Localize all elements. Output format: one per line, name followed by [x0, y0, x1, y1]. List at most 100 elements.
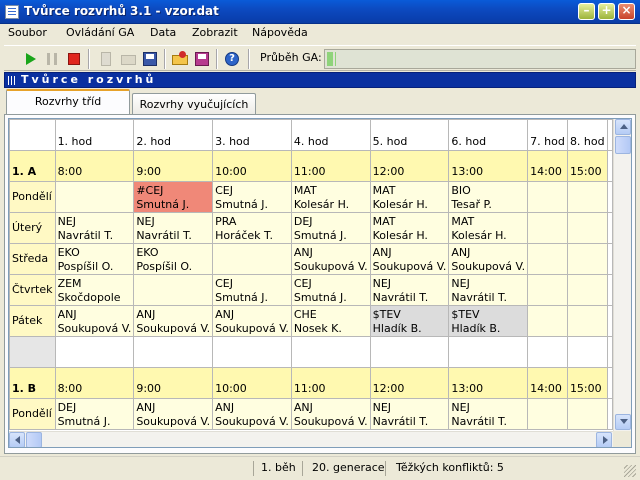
lesson-cell[interactable]: ANJ Soukupová V.: [133, 398, 214, 430]
lesson-subject: CEJ: [215, 184, 233, 197]
lesson-cell[interactable]: ZEM Skočdopole: [54, 274, 135, 306]
lesson-cell[interactable]: [566, 274, 608, 306]
lesson-cell[interactable]: EKO Pospíšil O.: [54, 243, 135, 275]
lesson-cell[interactable]: DEJ Smutná J.: [54, 398, 135, 430]
lesson-cell[interactable]: NEJ Navrátil T.: [369, 398, 450, 430]
lesson-cell[interactable]: CEJ Smutná J.: [212, 181, 292, 213]
lesson-subject: DEJ: [57, 401, 77, 414]
lesson-cell[interactable]: NEJ Navrátil T.: [54, 212, 135, 244]
lesson-cell[interactable]: ANJ Soukupová V.: [290, 243, 371, 275]
grid-cell: [606, 305, 613, 337]
lesson-cell[interactable]: NEJ Navrátil T.: [369, 274, 450, 306]
time-cell: 8:00: [54, 367, 135, 399]
lesson-teacher: Kolesár H.: [372, 198, 428, 211]
scroll-up-button[interactable]: [615, 119, 631, 135]
minimize-button[interactable]: –: [578, 3, 595, 20]
menu-ovladani-ga[interactable]: Ovládání GA: [66, 26, 134, 39]
lesson-cell[interactable]: ANJ Soukupová V.: [290, 398, 371, 430]
menu-napoveda[interactable]: Nápověda: [252, 26, 308, 39]
lesson-cell[interactable]: DEJ Smutná J.: [290, 212, 371, 244]
lesson-cell[interactable]: CEJ Smutná J.: [212, 274, 292, 306]
scroll-left-button[interactable]: [9, 432, 25, 447]
scroll-right-button[interactable]: [596, 432, 612, 447]
lesson-cell[interactable]: [566, 212, 608, 244]
open-file-button[interactable]: [170, 49, 190, 69]
lesson-cell[interactable]: [527, 274, 568, 306]
menu-soubor[interactable]: Soubor: [8, 26, 47, 39]
lesson-cell[interactable]: [566, 398, 608, 430]
lesson-cell[interactable]: [527, 181, 568, 213]
lesson-cell[interactable]: MAT Kolesár H.: [448, 212, 529, 244]
tab-rozvrhy-vyucujicich[interactable]: Rozvrhy vyučujících: [132, 93, 256, 115]
lesson-cell[interactable]: [527, 398, 568, 430]
lesson-cell[interactable]: NEJ Navrátil T.: [133, 212, 214, 244]
lesson-cell[interactable]: ANJ Soukupová V.: [54, 305, 135, 337]
lesson-cell[interactable]: CEJ Smutná J.: [290, 274, 371, 306]
lesson-cell[interactable]: MAT Kolesár H.: [369, 212, 450, 244]
lesson-cell[interactable]: [54, 181, 135, 213]
open-button[interactable]: [118, 49, 138, 69]
lesson-cell[interactable]: MAT Kolesár H.: [369, 181, 450, 213]
hour-header: 8. hod: [566, 119, 608, 151]
lesson-cell[interactable]: CHE Nosek K.: [290, 305, 371, 337]
lesson-cell[interactable]: [566, 305, 608, 337]
lesson-cell[interactable]: NEJ Navrátil T.: [448, 274, 529, 306]
grid-cell: [606, 181, 613, 213]
lesson-cell[interactable]: ANJ Soukupová V.: [369, 243, 450, 275]
menu-zobrazit[interactable]: Zobrazit: [192, 26, 238, 39]
close-button[interactable]: ×: [618, 3, 635, 20]
horizontal-scroll-thumb[interactable]: [26, 432, 42, 447]
lesson-cell[interactable]: ANJ Soukupová V.: [448, 243, 529, 275]
save-as-button[interactable]: [192, 49, 212, 69]
stop-button[interactable]: [64, 49, 84, 69]
maximize-button[interactable]: +: [598, 3, 615, 20]
start-button[interactable]: [20, 49, 40, 69]
menu-data[interactable]: Data: [150, 26, 176, 39]
lesson-cell[interactable]: #CEJ Smutná J.: [133, 181, 214, 213]
lesson-cell[interactable]: PRA Horáček T.: [212, 212, 292, 244]
lesson-cell[interactable]: MAT Kolesár H.: [290, 181, 371, 213]
lesson-cell[interactable]: NEJ Navrátil T.: [448, 398, 529, 430]
lesson-cell[interactable]: [566, 243, 608, 275]
blank-cell: [9, 336, 56, 368]
lesson-teacher: Smutná J.: [215, 198, 269, 211]
blank-cell: [527, 336, 568, 368]
lesson-cell[interactable]: BIO Tesař P.: [448, 181, 529, 213]
lesson-teacher: Soukupová V.: [215, 415, 289, 428]
grid-cell: [606, 398, 613, 430]
hour-header: 3. hod: [212, 119, 292, 151]
pause-button[interactable]: [42, 49, 62, 69]
lesson-subject: ANJ: [136, 308, 156, 321]
lesson-cell[interactable]: [566, 181, 608, 213]
day-row: Úterý NEJ Navrátil T. NEJ Navrátil T. PRA Horá…: [9, 212, 613, 244]
stop-icon: [68, 53, 80, 65]
lesson-cell[interactable]: EKO Pospíšil O.: [133, 243, 214, 275]
tab-rozvrhy-trid[interactable]: Rozvrhy tříd: [6, 89, 130, 114]
lesson-cell[interactable]: [527, 212, 568, 244]
lesson-teacher: Skočdopole: [57, 291, 121, 304]
vertical-scrollbar[interactable]: [613, 119, 631, 431]
status-separator: [385, 461, 386, 476]
horizontal-scrollbar[interactable]: [9, 431, 613, 447]
lesson-cell[interactable]: ANJ Soukupová V.: [212, 398, 292, 430]
lesson-teacher: Soukupová V.: [372, 260, 447, 273]
blank-cell: [566, 336, 608, 368]
save-button[interactable]: [140, 49, 160, 69]
day-name: Pátek: [9, 305, 56, 337]
lesson-cell[interactable]: $TEV Hladík B.: [369, 305, 450, 337]
help-button[interactable]: ?: [222, 49, 242, 69]
new-button[interactable]: [96, 49, 116, 69]
vertical-scroll-thumb[interactable]: [615, 136, 631, 154]
lesson-cell[interactable]: ANJ Soukupová V.: [212, 305, 292, 337]
scroll-down-button[interactable]: [615, 414, 631, 430]
lesson-teacher: Soukupová V.: [136, 415, 211, 428]
lesson-cell[interactable]: [527, 305, 568, 337]
lesson-subject: $TEV: [372, 308, 401, 321]
lesson-subject: NEJ: [136, 215, 155, 228]
lesson-cell[interactable]: ANJ Soukupová V.: [133, 305, 214, 337]
lesson-cell[interactable]: [133, 274, 214, 306]
lesson-cell[interactable]: [527, 243, 568, 275]
lesson-cell[interactable]: [212, 243, 292, 275]
resize-grip-icon[interactable]: [624, 465, 636, 477]
lesson-cell[interactable]: $TEV Hladík B.: [448, 305, 529, 337]
